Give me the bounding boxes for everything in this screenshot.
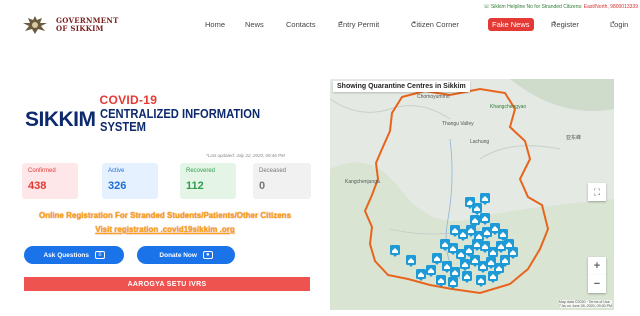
donate-now-button[interactable]: Donate Now ● [137,246,235,264]
hero-title: SIKKIM COVID-19 CENTRALIZED INFORMATION … [25,94,286,134]
stat-active-label: Active [108,168,125,174]
helpline-notice[interactable]: ☏ Sikkim Helpline No for Stranded Citize… [483,4,638,10]
nav-news[interactable]: News [245,20,264,29]
quarantine-marker-icon[interactable] [448,277,458,289]
quarantine-marker-icon[interactable] [436,275,446,287]
chevron-down-icon: ▾ [413,20,416,26]
map-attribution: Map data ©2020 · Terms of Use 7 As on Ju… [558,300,612,308]
stat-active: Active 326 [102,163,158,199]
map-label-khangchengyao: Khangchengyao [490,104,527,110]
last-updated: *Last updated: July 22, 2020, 09:46 PM [206,153,285,158]
zoom-in-button[interactable]: + [588,257,606,275]
quarantine-marker-icon[interactable] [416,269,426,281]
ask-questions-label: Ask Questions [43,251,89,259]
quarantine-marker-icon[interactable] [470,215,480,227]
stat-recovered-label: Recovered [186,168,216,174]
quarantine-marker-icon[interactable] [390,245,400,257]
zoom-out-button[interactable]: − [588,275,606,293]
helpline-number[interactable]: East/North, 9800013339 [584,4,638,10]
chevron-down-icon: ▾ [553,20,556,26]
map-label-china: 亚东峰 [566,135,582,141]
hero-sikkim: SIKKIM [25,108,96,131]
chevron-down-icon: ▾ [340,20,343,26]
stat-deceased-value: 0 [259,180,266,192]
quarantine-marker-icon[interactable] [406,255,416,267]
money-icon: ● [202,251,213,259]
stat-confirmed-label: Confirmed [28,168,56,174]
chat-icon: ≡ [95,251,105,259]
stat-deceased: Deceased 0 [253,163,311,199]
donate-now-label: Donate Now [159,251,197,259]
registration-link[interactable]: Visit registration .covid19sikkim .org [0,225,330,234]
map-title: Showing Quarantine Centres in Sikkim [333,81,470,92]
nav-entry-permit-label: Entry Permit [338,20,380,29]
map-label-chomoyummo: Chomoyummo [417,94,450,100]
aarogya-setu-banner[interactable]: AAROGYA SETU IVRS [24,277,310,291]
quarantine-marker-icon[interactable] [508,247,518,259]
registration-notice[interactable]: Online Registration For Stranded Student… [0,211,330,220]
main-nav: Home News Contacts Entry Permit ▾ Citizen… [0,18,640,34]
site-header: GOVERNMENT OF SIKKIM ☏ Sikkim Helpline N… [0,0,640,52]
quarantine-marker-icon[interactable] [480,213,490,225]
ask-questions-button[interactable]: Ask Questions ≡ [24,246,124,264]
nav-citizen-corner-label: Citizen Corner [411,20,459,29]
map-canvas[interactable] [330,79,614,310]
stat-deceased-label: Deceased [259,168,287,174]
stat-confirmed-value: 438 [28,180,47,192]
hero-line-2: SYSTEM [99,119,146,134]
stat-recovered: Recovered 112 [180,163,236,199]
map-label-lachung: Lachung [470,139,490,145]
fullscreen-button[interactable]: ⛶ [588,183,606,201]
stat-recovered-value: 112 [186,180,204,192]
quarantine-map[interactable]: Showing Quarantine Centres in Sikkim Cho… [330,79,614,310]
nav-contacts[interactable]: Contacts [286,20,316,29]
nav-home[interactable]: Home [205,20,225,29]
map-attribution-date: 7 As on June 28, 2020, 09:30 PM [558,304,612,308]
map-label-kangchenjunga: Kangchenjunga [345,179,380,185]
quarantine-marker-icon[interactable] [488,271,498,283]
stat-active-value: 326 [108,180,127,192]
helpline-text: ☏ Sikkim Helpline No for Stranded Citize… [483,4,583,10]
quarantine-marker-icon[interactable] [432,253,442,265]
stat-confirmed: Confirmed 438 [22,163,78,199]
quarantine-marker-icon[interactable] [462,271,472,283]
chevron-down-icon: ▾ [612,20,615,26]
quarantine-marker-icon[interactable] [426,265,436,277]
nav-fake-news[interactable]: Fake News [488,18,534,31]
quarantine-marker-icon[interactable] [460,259,470,271]
quarantine-marker-icon[interactable] [480,193,490,205]
map-label-thangu: Thangu Valley [442,121,474,127]
quarantine-marker-icon[interactable] [476,275,486,287]
